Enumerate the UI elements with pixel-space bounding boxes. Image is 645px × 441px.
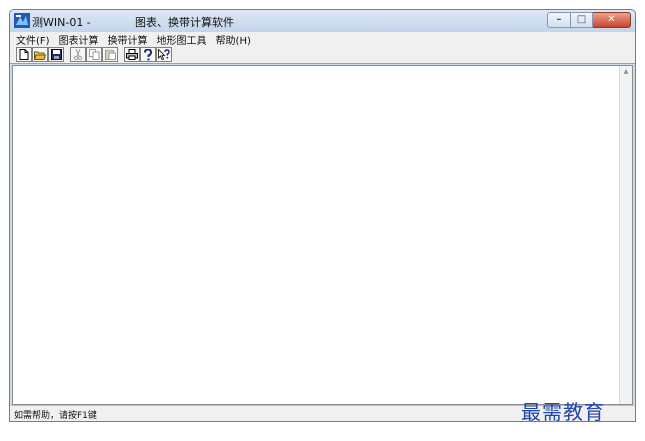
- app-window: 测WIN-01 - 图表、换带计算软件 – □ ✕ 文件(F) 图表计算 换带计…: [9, 9, 636, 422]
- window-subtitle: 图表、换带计算软件: [135, 16, 234, 29]
- open-folder-icon: [34, 51, 46, 60]
- menu-item-file[interactable]: 文件(F): [16, 32, 50, 47]
- window-title: 测WIN-01 -: [32, 16, 91, 29]
- paste-icon: [104, 49, 116, 60]
- copy-icon: [88, 49, 99, 60]
- minimize-button[interactable]: –: [547, 12, 571, 28]
- context-help-button[interactable]: [156, 47, 172, 62]
- menu-item-chart-calc[interactable]: 图表计算: [59, 32, 99, 47]
- new-file-icon: [19, 49, 29, 60]
- close-button[interactable]: ✕: [593, 12, 631, 28]
- vertical-scrollbar[interactable]: ▲: [619, 66, 632, 404]
- minimize-icon: –: [556, 14, 562, 25]
- app-icon: [14, 13, 30, 28]
- document-area[interactable]: ▲: [12, 65, 633, 405]
- window-controls: – □ ✕: [547, 12, 631, 28]
- menu-item-zone-calc[interactable]: 换带计算: [108, 32, 148, 47]
- toolbar: [10, 46, 635, 64]
- paste-button[interactable]: [102, 47, 118, 62]
- printer-icon: [126, 49, 138, 60]
- question-icon: [144, 48, 153, 60]
- cut-button[interactable]: [70, 47, 86, 62]
- title-bar[interactable]: 测WIN-01 - 图表、换带计算软件 – □ ✕: [10, 10, 635, 32]
- help-pointer-icon: [158, 48, 170, 60]
- menu-bar: 文件(F) 图表计算 换带计算 地形图工具 帮助(H): [10, 32, 635, 47]
- menu-item-map-tools[interactable]: 地形图工具: [157, 32, 207, 47]
- scroll-up-icon[interactable]: ▲: [620, 69, 632, 75]
- maximize-icon: □: [576, 14, 587, 25]
- maximize-button[interactable]: □: [571, 12, 593, 28]
- menu-item-help[interactable]: 帮助(H): [216, 32, 251, 47]
- open-folder-button[interactable]: [32, 47, 48, 62]
- watermark: 最需教育: [521, 400, 605, 424]
- scissors-icon: [73, 49, 83, 60]
- new-file-button[interactable]: [16, 47, 32, 62]
- save-button[interactable]: [48, 47, 64, 62]
- about-button[interactable]: [140, 47, 156, 62]
- save-icon: [50, 49, 62, 60]
- copy-button[interactable]: [86, 47, 102, 62]
- print-button[interactable]: [124, 47, 140, 62]
- status-text: 如需帮助，请按F1键: [14, 411, 97, 421]
- close-icon: ✕: [607, 14, 616, 25]
